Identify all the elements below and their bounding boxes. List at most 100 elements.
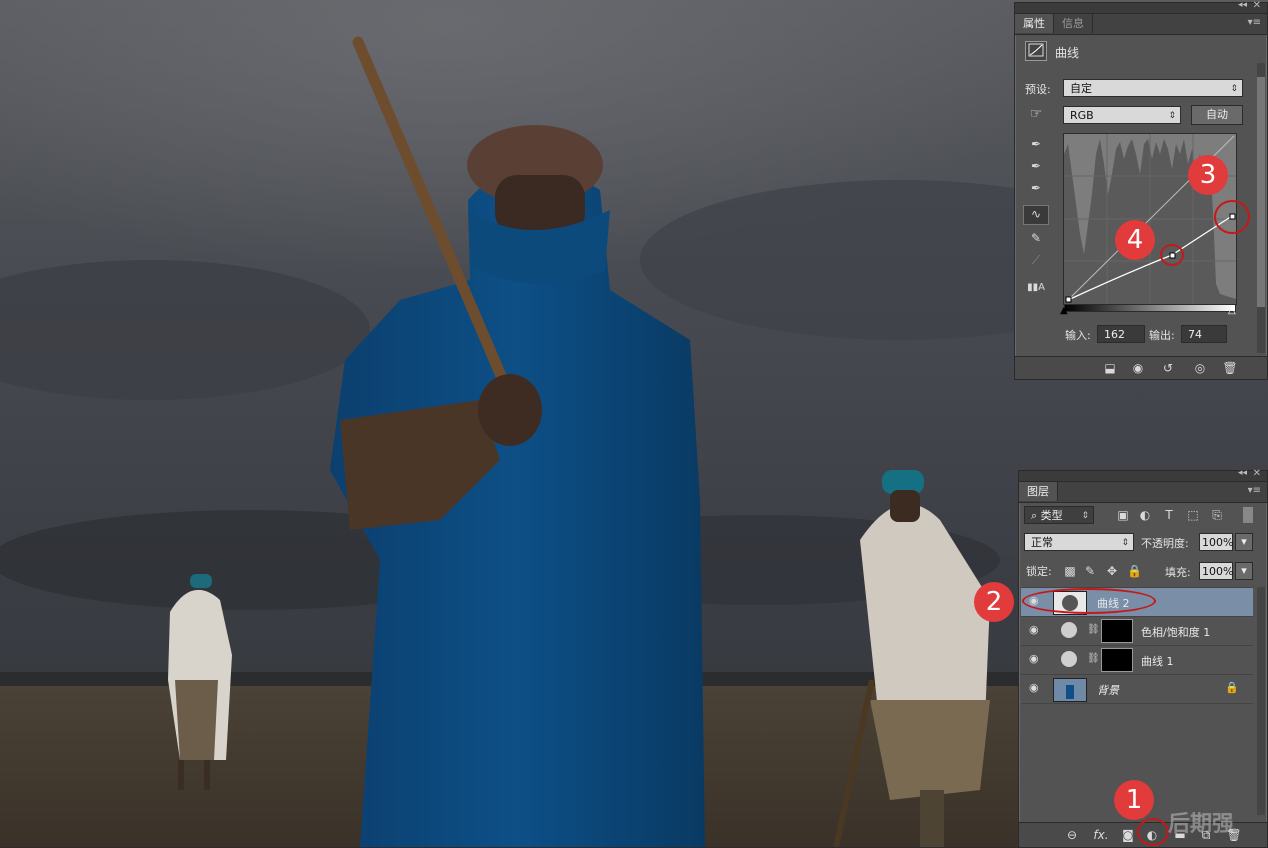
step-badge: 3 [1188, 155, 1228, 195]
layer-thumbnail [1053, 678, 1087, 702]
blend-mode-select[interactable]: 正常 ⇕ [1024, 533, 1134, 551]
visibility-eye-icon[interactable]: ◉ [1029, 623, 1043, 637]
highlight-ring-adjustment-button [1137, 818, 1169, 846]
updown-icon: ⇕ [1230, 84, 1238, 94]
visibility-eye-icon[interactable]: ◉ [1029, 652, 1043, 666]
properties-panel: ◂◂ ✕ 属性 信息 ▾≡ 曲线 预设: 自定 ⇕ ☞ RGB ⇕ 自动 ✒ ✒ … [1014, 0, 1268, 380]
updown-icon: ⇕ [1168, 111, 1176, 121]
add-mask-icon[interactable]: ◙ [1119, 827, 1137, 843]
clip-to-layer-icon[interactable]: ⬓ [1101, 360, 1119, 376]
curve-point-tool-icon[interactable]: ∿ [1023, 205, 1049, 225]
trash-icon[interactable]: 🗑 [1221, 360, 1239, 376]
pencil-tool-icon[interactable]: ✎ [1027, 230, 1045, 246]
fill-field[interactable]: 100% [1199, 562, 1233, 580]
filter-shape-icon[interactable]: ⬚ [1185, 507, 1201, 523]
auto-button[interactable]: 自动 [1191, 105, 1243, 125]
collapse-icon[interactable]: ◂◂ [1238, 468, 1247, 478]
lock-icon: 🔒 [1225, 681, 1239, 694]
opacity-field[interactable]: 100% [1199, 533, 1233, 551]
filter-pixel-icon[interactable]: ▣ [1115, 507, 1131, 523]
layer-row[interactable]: ◉ 背景 🔒 [1021, 674, 1253, 704]
link-chain-icon: ⛓ [1087, 624, 1100, 635]
close-icon[interactable]: ✕ [1253, 0, 1261, 11]
layer-style-button[interactable]: fx. [1091, 827, 1111, 843]
lock-pixels-icon[interactable]: ✎ [1083, 563, 1097, 579]
input-label: 输入: [1065, 329, 1091, 342]
visibility-eye-icon[interactable]: ◉ [1029, 681, 1043, 695]
updown-icon: ⇕ [1121, 538, 1129, 548]
white-eyedropper-icon[interactable]: ✒ [1027, 180, 1045, 196]
lock-label: 锁定: [1026, 565, 1052, 578]
panel-menu-icon[interactable]: ▾≡ [1248, 17, 1261, 28]
output-label: 输出: [1149, 329, 1175, 342]
layer-row[interactable]: ◉ ⛓ 曲线 1 [1021, 645, 1253, 674]
scrollbar[interactable] [1257, 63, 1265, 353]
blend-mode-value: 正常 [1031, 536, 1053, 549]
collapse-icon[interactable]: ◂◂ [1238, 0, 1247, 10]
fill-value: 100% [1202, 565, 1234, 578]
figure-icon [1066, 685, 1074, 699]
preset-value: 自定 [1070, 82, 1092, 95]
channel-select[interactable]: RGB ⇕ [1063, 106, 1181, 124]
tab-info[interactable]: 信息 [1054, 14, 1093, 33]
properties-footer: ⬓ ◉ ↺ ◎ 🗑 [1015, 356, 1267, 379]
scrollbar-thumb[interactable] [1257, 77, 1265, 307]
scrollbar[interactable] [1257, 587, 1265, 815]
view-previous-icon[interactable]: ◉ [1129, 360, 1147, 376]
opacity-dropdown-button[interactable]: ▾ [1235, 533, 1253, 551]
reset-icon[interactable]: ↺ [1159, 360, 1177, 376]
preset-select[interactable]: 自定 ⇕ [1063, 79, 1243, 97]
link-chain-icon: ⛓ [1087, 653, 1100, 664]
lock-all-icon[interactable]: 🔒 [1127, 563, 1142, 579]
tab-properties[interactable]: 属性 [1015, 14, 1054, 33]
layer-row[interactable]: ◉ ⛓ 色相/饱和度 1 [1021, 616, 1253, 645]
filter-type-icon[interactable]: T [1161, 507, 1177, 523]
watermark: 后期强 [1168, 812, 1235, 837]
visibility-eye-icon[interactable]: ◎ [1191, 360, 1209, 376]
filter-toggle-icon[interactable] [1243, 507, 1253, 523]
panel-header: ◂◂ ✕ [1019, 468, 1267, 482]
lock-transparent-icon[interactable]: ▩ [1063, 563, 1077, 579]
input-value: 162 [1104, 328, 1125, 341]
adjustment-title: 曲线 [1055, 46, 1080, 60]
filter-smart-object-icon[interactable]: ⎘ [1209, 507, 1225, 523]
input-field[interactable]: 162 [1097, 325, 1145, 343]
fill-dropdown-button[interactable]: ▾ [1235, 562, 1253, 580]
preset-label: 预设: [1025, 83, 1051, 96]
step-badge: 1 [1114, 780, 1154, 820]
search-icon: ⌕ [1031, 509, 1041, 522]
layers-tabbar: 图层 ▾≡ [1019, 482, 1267, 503]
step-badge: 4 [1115, 220, 1155, 260]
curves-adjustment-icon [1025, 41, 1047, 61]
tab-layers[interactable]: 图层 [1019, 482, 1058, 501]
hand-target-icon[interactable]: ☞ [1025, 106, 1047, 124]
updown-icon: ⇕ [1081, 511, 1089, 521]
adjustment-layer-icon [1061, 651, 1077, 667]
layer-mask-thumbnail[interactable] [1101, 648, 1133, 672]
layer-name[interactable]: 背景 [1097, 682, 1119, 698]
gray-eyedropper-icon[interactable]: ✒ [1027, 158, 1045, 174]
white-slider-handle-icon[interactable]: △ [1228, 305, 1236, 316]
black-slider-handle-icon[interactable]: ▲ [1060, 305, 1068, 316]
filter-adjustment-icon[interactable]: ◐ [1137, 507, 1153, 523]
fill-label: 填充: [1165, 566, 1191, 579]
lock-position-icon[interactable]: ✥ [1105, 563, 1119, 579]
channel-value: RGB [1070, 109, 1094, 122]
smooth-curve-icon[interactable]: ⟋ [1027, 252, 1045, 268]
black-point-slider[interactable] [1064, 304, 1236, 312]
opacity-value: 100% [1202, 536, 1234, 549]
layer-name[interactable]: 色相/饱和度 1 [1141, 624, 1210, 640]
layer-mask-thumbnail[interactable] [1101, 619, 1133, 643]
output-field[interactable]: 74 [1181, 325, 1227, 343]
layer-name[interactable]: 曲线 1 [1141, 653, 1174, 669]
filter-kind-select[interactable]: ⌕ 类型 ⇕ [1024, 506, 1094, 524]
output-value: 74 [1188, 328, 1202, 341]
clipping-warning-icon[interactable]: ▮▮A [1023, 280, 1049, 296]
opacity-label: 不透明度: [1141, 537, 1189, 550]
link-layers-icon[interactable]: ⊖ [1063, 827, 1081, 843]
panel-menu-icon[interactable]: ▾≡ [1248, 485, 1261, 496]
filter-kind-value: 类型 [1040, 509, 1063, 522]
panel-header: ◂◂ ✕ [1015, 0, 1267, 14]
black-eyedropper-icon[interactable]: ✒ [1027, 136, 1045, 152]
close-icon[interactable]: ✕ [1253, 468, 1261, 479]
